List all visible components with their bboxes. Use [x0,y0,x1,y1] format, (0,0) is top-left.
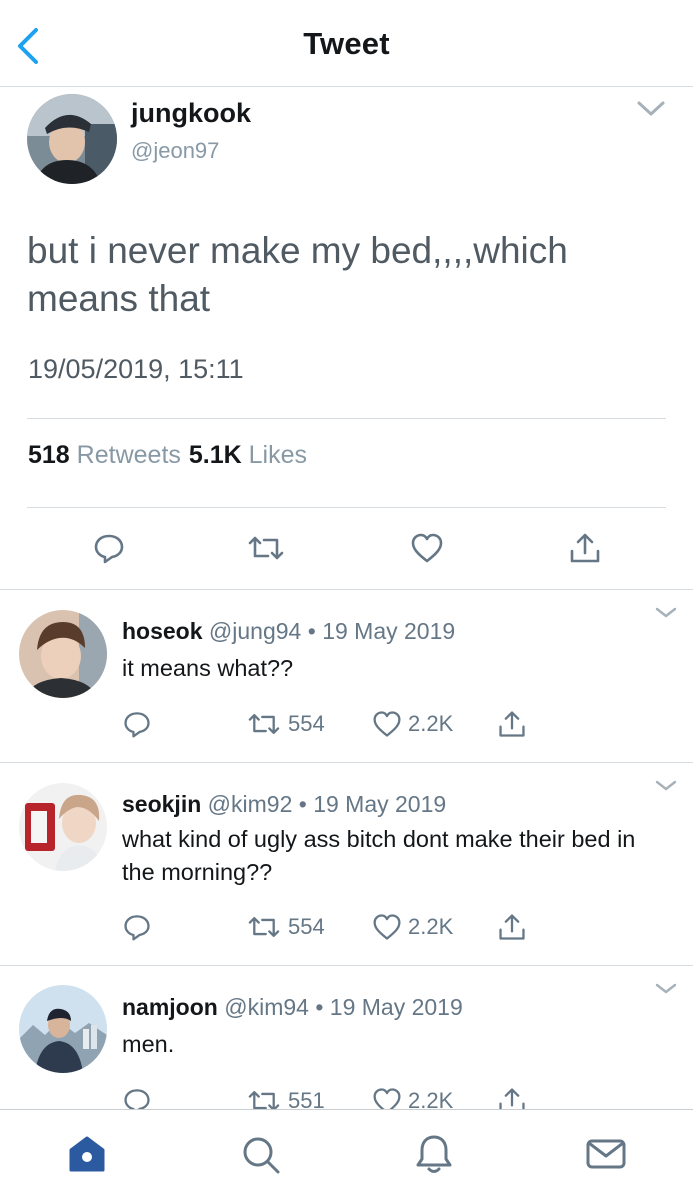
tab-search[interactable] [238,1132,282,1176]
tab-home[interactable] [65,1132,109,1176]
tab-notifications[interactable] [412,1132,456,1176]
avatar-image [19,985,107,1073]
reply-date: 19 May 2019 [313,791,447,817]
share-button[interactable] [497,708,527,740]
reply-tweet[interactable]: hoseok @jung94 • 19 May 2019 it means wh… [0,590,693,763]
avatar-image [27,94,117,184]
reply-text: men. [122,1031,175,1057]
heart-icon [411,533,443,563]
author-name[interactable]: hoseok [122,618,203,644]
tweet-text: but i never make my bed,,,,which means t… [27,230,568,319]
share-icon [570,533,600,563]
author-name[interactable]: jungkook [131,98,251,129]
header: Tweet [0,0,693,87]
reply-header: seokjin @kim92 • 19 May 2019 [122,791,446,818]
chevron-down-icon [655,983,677,994]
like-button[interactable]: 2.2K [372,911,453,943]
author-handle: @jeon97 [131,138,220,163]
avatar[interactable] [27,94,117,184]
divider [27,418,666,419]
reply-date: 19 May 2019 [322,618,456,644]
reply-options-button[interactable] [652,775,680,795]
meta-separator: • [292,791,314,817]
retweet-count[interactable]: 518 Retweets [28,441,181,469]
tab-bar [0,1109,693,1201]
reply-button[interactable] [122,708,152,740]
reply-tweet[interactable]: seokjin @kim92 • 19 May 2019 what kind o… [0,763,693,966]
avatar-image [19,610,107,698]
retweet-icon [248,917,280,937]
reply-options-button[interactable] [652,602,680,622]
avatar[interactable] [19,783,107,871]
like-count: 2.2K [408,711,454,736]
reply-icon [124,712,150,738]
like-button[interactable]: 2.2K [372,708,453,740]
share-icon [499,914,525,940]
author-handle: @kim94 [224,994,309,1020]
reply-header: hoseok @jung94 • 19 May 2019 [122,618,455,645]
chevron-down-icon [655,607,677,618]
main-tweet: jungkook @jeon97 but i never make my bed… [0,87,693,590]
meta-separator: • [308,994,330,1020]
page-title: Tweet [303,26,390,61]
share-button[interactable] [497,911,527,943]
avatar-image [19,783,107,871]
notifications-icon [416,1135,452,1173]
messages-icon [586,1139,626,1169]
reply-header: namjoon @kim94 • 19 May 2019 [122,994,463,1021]
share-icon [499,711,525,737]
retweet-button[interactable] [247,531,284,565]
reply-date: 19 May 2019 [329,994,463,1020]
retweet-icon [248,714,280,734]
chevron-down-icon [655,780,677,791]
retweet-icon [248,536,284,560]
reply-button[interactable] [122,911,152,943]
like-button[interactable] [410,531,444,565]
like-count[interactable]: 5.1K Likes [189,441,307,469]
heart-icon [373,914,401,940]
tweet-stats: 518 Retweets 5.1K Likes [28,441,307,470]
like-count: 2.2K [408,914,454,939]
share-button[interactable] [568,531,602,565]
home-icon [69,1136,105,1172]
retweet-count: 554 [288,711,325,736]
retweet-count: 554 [288,914,325,939]
reply-icon [124,915,150,941]
author-name[interactable]: namjoon [122,994,218,1020]
tab-messages[interactable] [584,1132,628,1176]
chevron-down-icon [637,101,665,116]
search-icon [243,1137,280,1174]
reply-button[interactable] [92,531,126,565]
author-name[interactable]: seokjin [122,791,201,817]
reply-text: what kind of ugly ass bitch dont make th… [122,826,636,885]
reply-text: it means what?? [122,655,294,681]
avatar[interactable] [19,610,107,698]
author-handle: @kim92 [207,791,293,817]
tweet-options-button[interactable] [634,95,668,121]
retweet-button[interactable]: 554 [246,911,325,943]
meta-separator: • [301,618,323,644]
divider [27,507,666,508]
retweet-button[interactable]: 554 [246,708,325,740]
avatar[interactable] [19,985,107,1073]
author-handle: @jung94 [208,618,302,644]
reply-icon [94,534,124,564]
tweet-timestamp: 19/05/2019, 15:11 [28,354,244,384]
reply-options-button[interactable] [652,978,680,998]
heart-icon [373,711,401,737]
